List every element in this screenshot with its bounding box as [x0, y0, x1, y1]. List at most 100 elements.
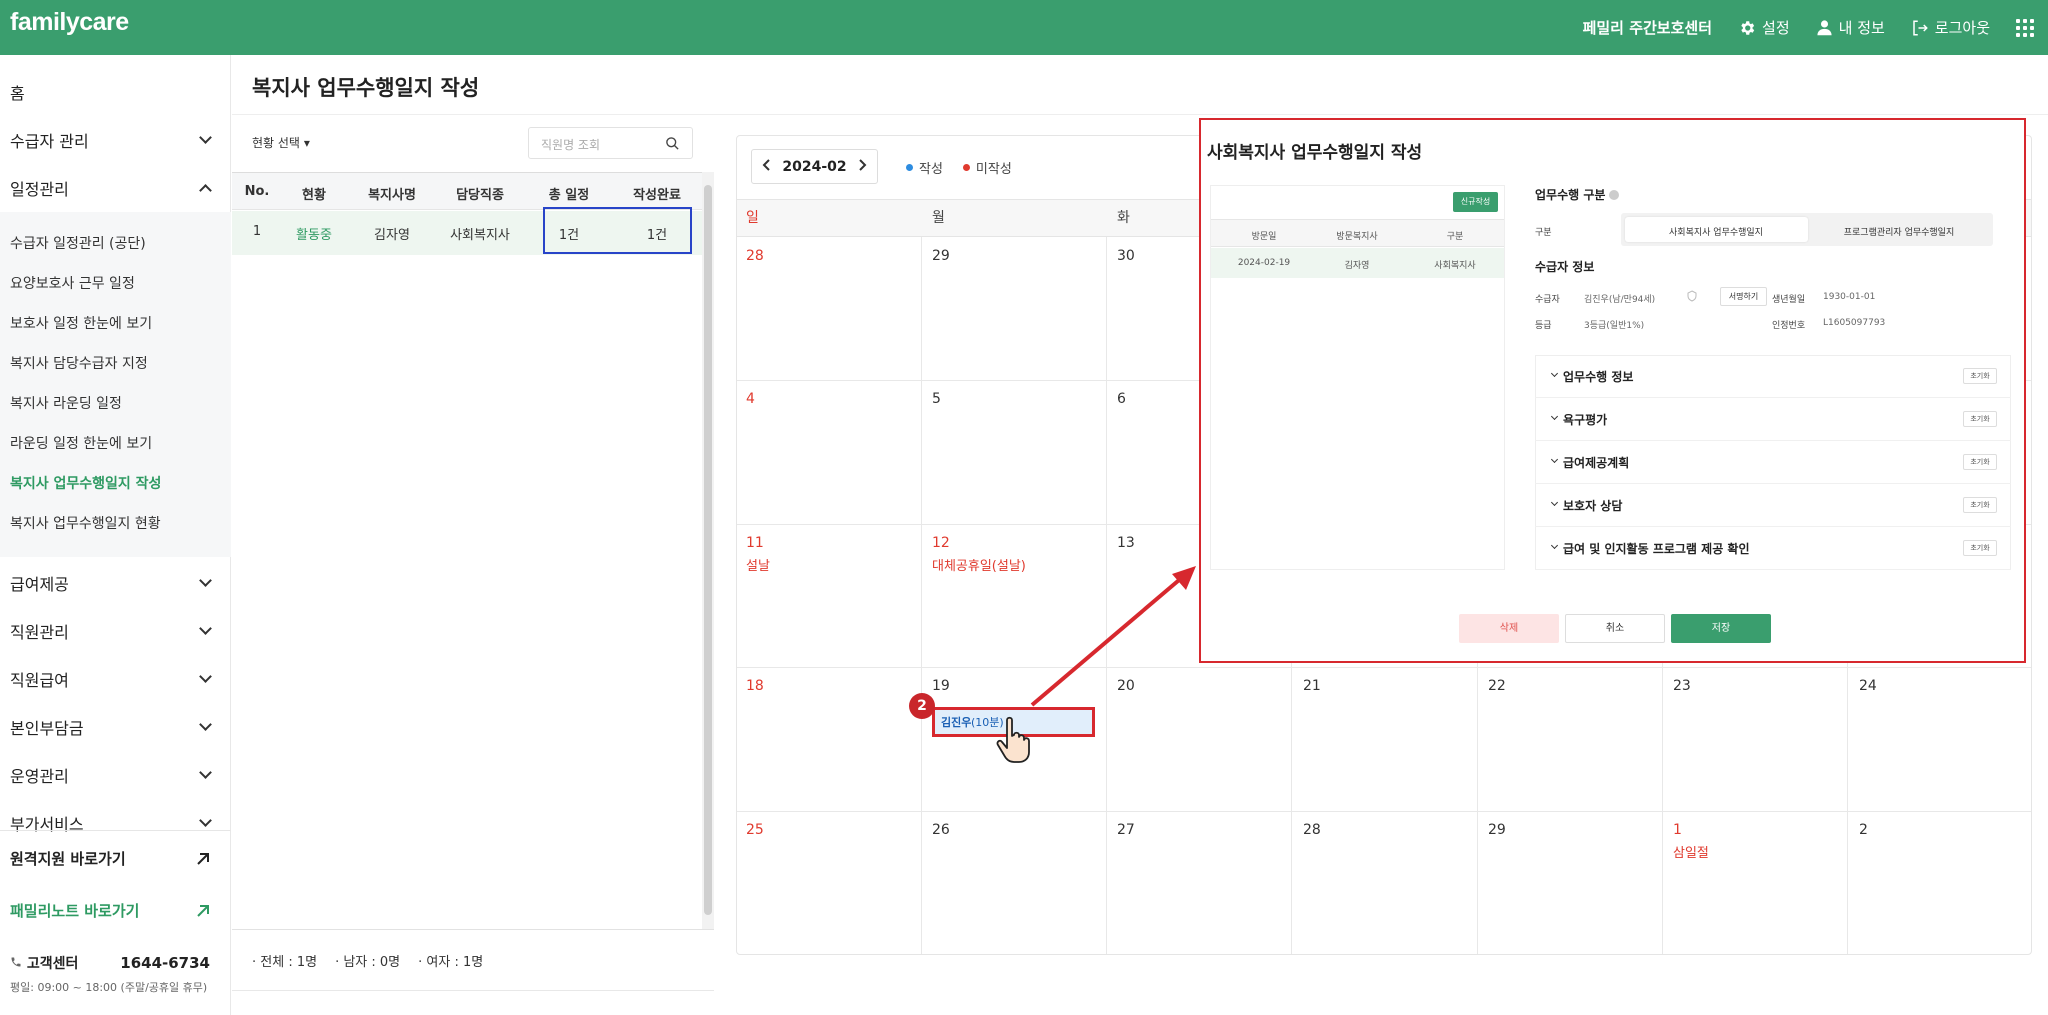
submenu-item[interactable]: 복지사 업무수행일지 현황 [10, 513, 161, 533]
submenu-item[interactable]: 라운딩 일정 한눈에 보기 [10, 433, 152, 453]
list-cell: 2024-02-19 [1237, 258, 1291, 268]
reset-button[interactable]: 초기화 [1963, 454, 1997, 470]
sidebar-item-label: 일정관리 [10, 180, 69, 199]
sidebar-item-operation[interactable]: 운영관리 [10, 763, 212, 787]
day-number[interactable]: 2 [1859, 822, 1868, 838]
cell-name: 김자영 [374, 228, 410, 243]
day-number[interactable]: 13 [1117, 535, 1135, 551]
chevron-down-icon [199, 670, 212, 683]
sidebar-item-payroll[interactable]: 직원급여 [10, 667, 212, 691]
sidebar-item-schedule[interactable]: 일정관리 [10, 176, 212, 200]
save-button[interactable]: 저장 [1671, 614, 1771, 643]
search-icon[interactable] [665, 136, 680, 151]
day-number[interactable]: 25 [746, 822, 764, 838]
cell-status: 활동중 [296, 228, 332, 243]
day-number[interactable]: 29 [932, 248, 950, 264]
logout-label: 로그아웃 [1934, 19, 1990, 37]
tab-program-manager[interactable]: 프로그램관리자 업무수행일지 [1844, 225, 1955, 238]
submenu-item[interactable]: 수급자 일정관리 (공단) [10, 233, 146, 253]
shield-icon [1687, 290, 1697, 302]
staff-search-input[interactable]: 직원명 조회 [528, 127, 693, 159]
remote-support-link[interactable]: 원격지원 바로가기 [10, 848, 210, 869]
chevron-down-icon [199, 766, 212, 779]
day-number[interactable]: 27 [1117, 822, 1135, 838]
chevron-left-icon[interactable] [762, 158, 772, 175]
new-entry-button[interactable]: 신규작성 [1453, 192, 1498, 212]
schedule-submenu: 수급자 일정관리 (공단) 요양보호사 근무 일정 보호사 일정 한눈에 보기 … [0, 212, 231, 557]
day-number[interactable]: 26 [932, 822, 950, 838]
my-info-label: 내 정보 [1838, 19, 1885, 37]
accordion-title: 보호자 상담 [1563, 499, 1623, 513]
sidebar-item-label: 부가서비스 [10, 815, 84, 834]
submenu-item[interactable]: 복지사 담당수급자 지정 [10, 353, 148, 373]
sidebar: 홈 수급자 관리 일정관리 수급자 일정관리 (공단) 요양보호사 근무 일정 … [0, 55, 231, 1015]
reset-button[interactable]: 초기화 [1963, 411, 1997, 427]
accordion-title: 욕구평가 [1563, 413, 1608, 427]
grade-value: 3등급(일반1%) [1584, 321, 1645, 331]
day-number[interactable]: 28 [746, 248, 764, 264]
day-number[interactable]: 24 [1859, 678, 1877, 694]
arrow-pointer-icon [1030, 566, 1196, 707]
step-badge: 2 [909, 693, 935, 719]
page-title: 복지사 업무수행일지 작성 [252, 76, 480, 100]
event-recipient: 김진우 [941, 716, 972, 729]
my-info-link[interactable]: 내 정보 [1816, 17, 1885, 38]
app-logo[interactable]: familycare [10, 8, 129, 37]
recipient-section-title: 수급자 정보 [1535, 260, 1595, 274]
phone-icon [11, 957, 21, 967]
sidebar-item-recipient[interactable]: 수급자 관리 [10, 128, 212, 152]
day-number[interactable]: 23 [1673, 678, 1691, 694]
familynote-link[interactable]: 패밀리노트 바로가기 [10, 900, 210, 921]
day-number[interactable]: 21 [1303, 678, 1321, 694]
day-number[interactable]: 4 [746, 391, 755, 407]
day-number[interactable]: 6 [1117, 391, 1126, 407]
legend-unwritten: 미작성 [975, 162, 1012, 177]
submenu-item[interactable]: 보호사 일정 한눈에 보기 [10, 313, 152, 333]
sidebar-item-label: 급여제공 [10, 575, 69, 594]
dow-label: 화 [1117, 210, 1130, 226]
day-number[interactable]: 19 [932, 678, 950, 694]
day-number[interactable]: 28 [1303, 822, 1321, 838]
sidebar-item-staff[interactable]: 직원관리 [10, 619, 212, 643]
delete-button[interactable]: 삭제 [1459, 614, 1559, 643]
scrollbar-thumb[interactable] [704, 185, 712, 915]
submenu-item[interactable]: 복지사 라운딩 일정 [10, 393, 122, 413]
reset-button[interactable]: 초기화 [1963, 540, 1997, 556]
day-number[interactable]: 29 [1488, 822, 1506, 838]
day-number[interactable]: 12 [932, 535, 950, 551]
status-filter-select[interactable]: 현황 선택 ▾ [252, 134, 310, 151]
day-number[interactable]: 22 [1488, 678, 1506, 694]
submenu-item-active[interactable]: 복지사 업무수행일지 작성 [10, 473, 161, 493]
chevron-right-icon[interactable] [857, 158, 867, 175]
month-navigator: 2024-02 [751, 149, 878, 184]
logout-link[interactable]: 로그아웃 [1911, 17, 1990, 38]
sidebar-item-label: 직원관리 [10, 623, 69, 642]
submenu-item[interactable]: 요양보호사 근무 일정 [10, 273, 135, 293]
type-section-label: 업무수행 구분 [1535, 188, 1606, 202]
day-number[interactable]: 30 [1117, 248, 1135, 264]
day-number[interactable]: 11 [746, 535, 764, 551]
day-number[interactable]: 1 [1673, 822, 1682, 838]
count-female: · 여자 : 1명 [418, 955, 484, 970]
reset-button[interactable]: 초기화 [1963, 497, 1997, 513]
sidebar-item-benefit[interactable]: 급여제공 [10, 571, 212, 595]
sidebar-item-home[interactable]: 홈 [10, 80, 210, 104]
cert-label: 인정번호 [1772, 321, 1806, 331]
sidebar-item-addon[interactable]: 부가서비스 [10, 811, 212, 835]
reset-button[interactable]: 초기화 [1963, 368, 1997, 384]
chevron-down-icon [199, 574, 212, 587]
settings-link[interactable]: 설정 [1738, 17, 1790, 38]
info-icon[interactable] [1609, 190, 1620, 200]
sign-button[interactable]: 서명하기 [1720, 287, 1767, 306]
cancel-button[interactable]: 취소 [1565, 614, 1665, 643]
customer-center: 고객센터 1644-6734 평일: 09:00 ~ 18:00 (주말/공휴일… [10, 953, 210, 995]
sidebar-item-copay[interactable]: 본인부담금 [10, 715, 212, 739]
staff-counts: · 전체 : 1명 · 남자 : 0명 · 여자 : 1명 [252, 951, 483, 970]
chevron-up-icon [199, 184, 212, 197]
day-number[interactable]: 18 [746, 678, 764, 694]
sidebar-item-label: 수급자 관리 [10, 132, 89, 151]
logout-icon [1913, 20, 1928, 35]
day-number[interactable]: 5 [932, 391, 941, 407]
arrow-up-right-icon [197, 904, 209, 917]
apps-grid-icon[interactable] [2016, 18, 2034, 37]
